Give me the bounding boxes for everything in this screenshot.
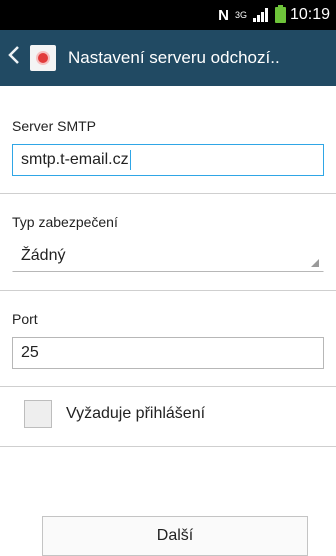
clock: 10:19	[289, 6, 330, 23]
status-bar: N 3G 10:19	[0, 0, 336, 30]
require-login-row[interactable]: Vyžaduje přihlášení	[24, 400, 205, 428]
port-section: Port 25	[0, 311, 336, 369]
nfc-icon: N	[218, 6, 229, 24]
smtp-server-value: smtp.t-email.cz	[21, 151, 129, 168]
port-input[interactable]: 25	[12, 337, 324, 369]
network-type-label: 3G	[234, 9, 247, 20]
smtp-server-section: Server SMTP smtp.t-email.cz	[0, 118, 336, 176]
port-label: Port	[12, 311, 38, 327]
next-button[interactable]: Další	[42, 516, 308, 556]
divider	[0, 446, 336, 447]
chevron-left-icon	[8, 44, 22, 72]
divider	[0, 290, 336, 291]
divider	[0, 386, 336, 387]
require-login-checkbox[interactable]	[24, 400, 52, 428]
security-type-dropdown[interactable]: Žádný	[12, 240, 324, 272]
network-type-icon: 3G	[234, 9, 247, 20]
email-app-icon	[30, 45, 56, 71]
security-type-value: Žádný	[21, 247, 66, 264]
divider	[0, 193, 336, 194]
smtp-server-input[interactable]: smtp.t-email.cz	[12, 144, 324, 176]
security-type-section: Typ zabezpečení Žádný	[0, 214, 336, 272]
security-type-label: Typ zabezpečení	[12, 214, 118, 230]
action-bar: Nastavení serveru odchozí..	[0, 30, 336, 86]
page-title: Nastavení serveru odchozí..	[68, 48, 280, 67]
text-cursor	[129, 150, 131, 170]
smtp-server-label: Server SMTP	[12, 118, 97, 134]
back-button[interactable]	[0, 30, 56, 86]
require-login-label: Vyžaduje přihlášení	[66, 405, 206, 422]
battery-icon	[274, 5, 286, 23]
dropdown-corner-icon	[311, 259, 319, 267]
signal-icon	[252, 8, 269, 22]
port-value: 25	[21, 344, 39, 361]
